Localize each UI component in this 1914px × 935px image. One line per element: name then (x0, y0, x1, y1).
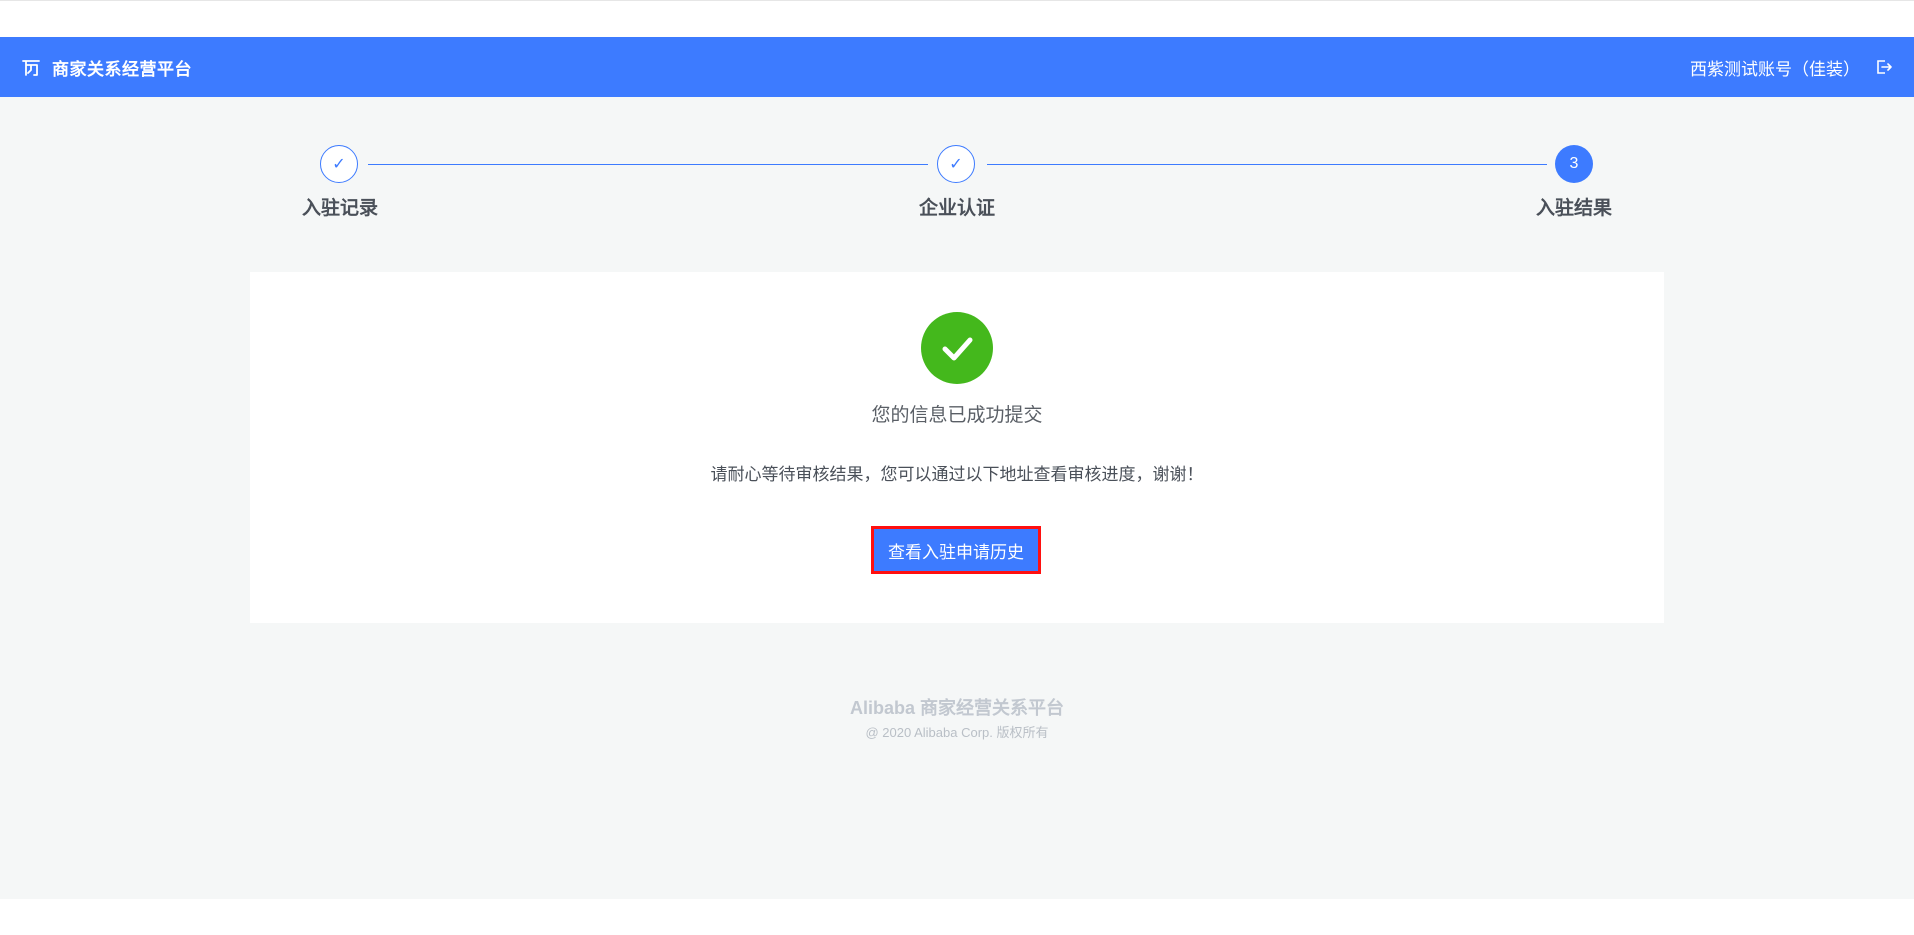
step-1-label: 入驻记录 (301, 198, 378, 219)
success-check-icon (921, 312, 993, 384)
step-3-number: 3 (1555, 145, 1593, 183)
step-2-label: 企业认证 (918, 198, 995, 219)
success-title: 您的信息已成功提交 (871, 405, 1043, 426)
step-3-label: 入驻结果 (1535, 198, 1612, 219)
step-2-check-icon: ✓ (937, 145, 975, 183)
step-connector-1 (368, 164, 928, 165)
account-area: 西紫测试账号（佳装） (1690, 55, 1892, 80)
result-card: 您的信息已成功提交 请耐心等待审核结果，您可以通过以下地址查看审核进度，谢谢！ … (250, 272, 1664, 623)
merchant-logo-icon (22, 58, 40, 76)
account-name[interactable]: 西紫测试账号（佳装） (1690, 55, 1860, 80)
main-content: ✓ ✓ 3 入驻记录 企业认证 入驻结果 您的信息已成功提交 请耐心等待审核结果… (0, 97, 1914, 899)
footer-title: Alibaba 商家经营关系平台 (849, 698, 1064, 718)
app-header: 商家关系经营平台 西紫测试账号（佳装） (0, 37, 1914, 97)
success-description: 请耐心等待审核结果，您可以通过以下地址查看审核进度，谢谢！ (710, 465, 1204, 484)
brand-title: 商家关系经营平台 (52, 59, 192, 79)
logout-icon[interactable] (1876, 59, 1892, 75)
footer-copyright: @ 2020 Alibaba Corp. 版权所有 (865, 725, 1049, 740)
progress-steps: ✓ ✓ 3 入驻记录 企业认证 入驻结果 (0, 97, 1914, 237)
top-strip (0, 0, 1914, 37)
step-connector-2 (987, 164, 1547, 165)
brand: 商家关系经营平台 (22, 55, 192, 80)
step-1-check-icon: ✓ (320, 145, 358, 183)
view-application-history-button[interactable]: 查看入驻申请历史 (871, 526, 1041, 574)
